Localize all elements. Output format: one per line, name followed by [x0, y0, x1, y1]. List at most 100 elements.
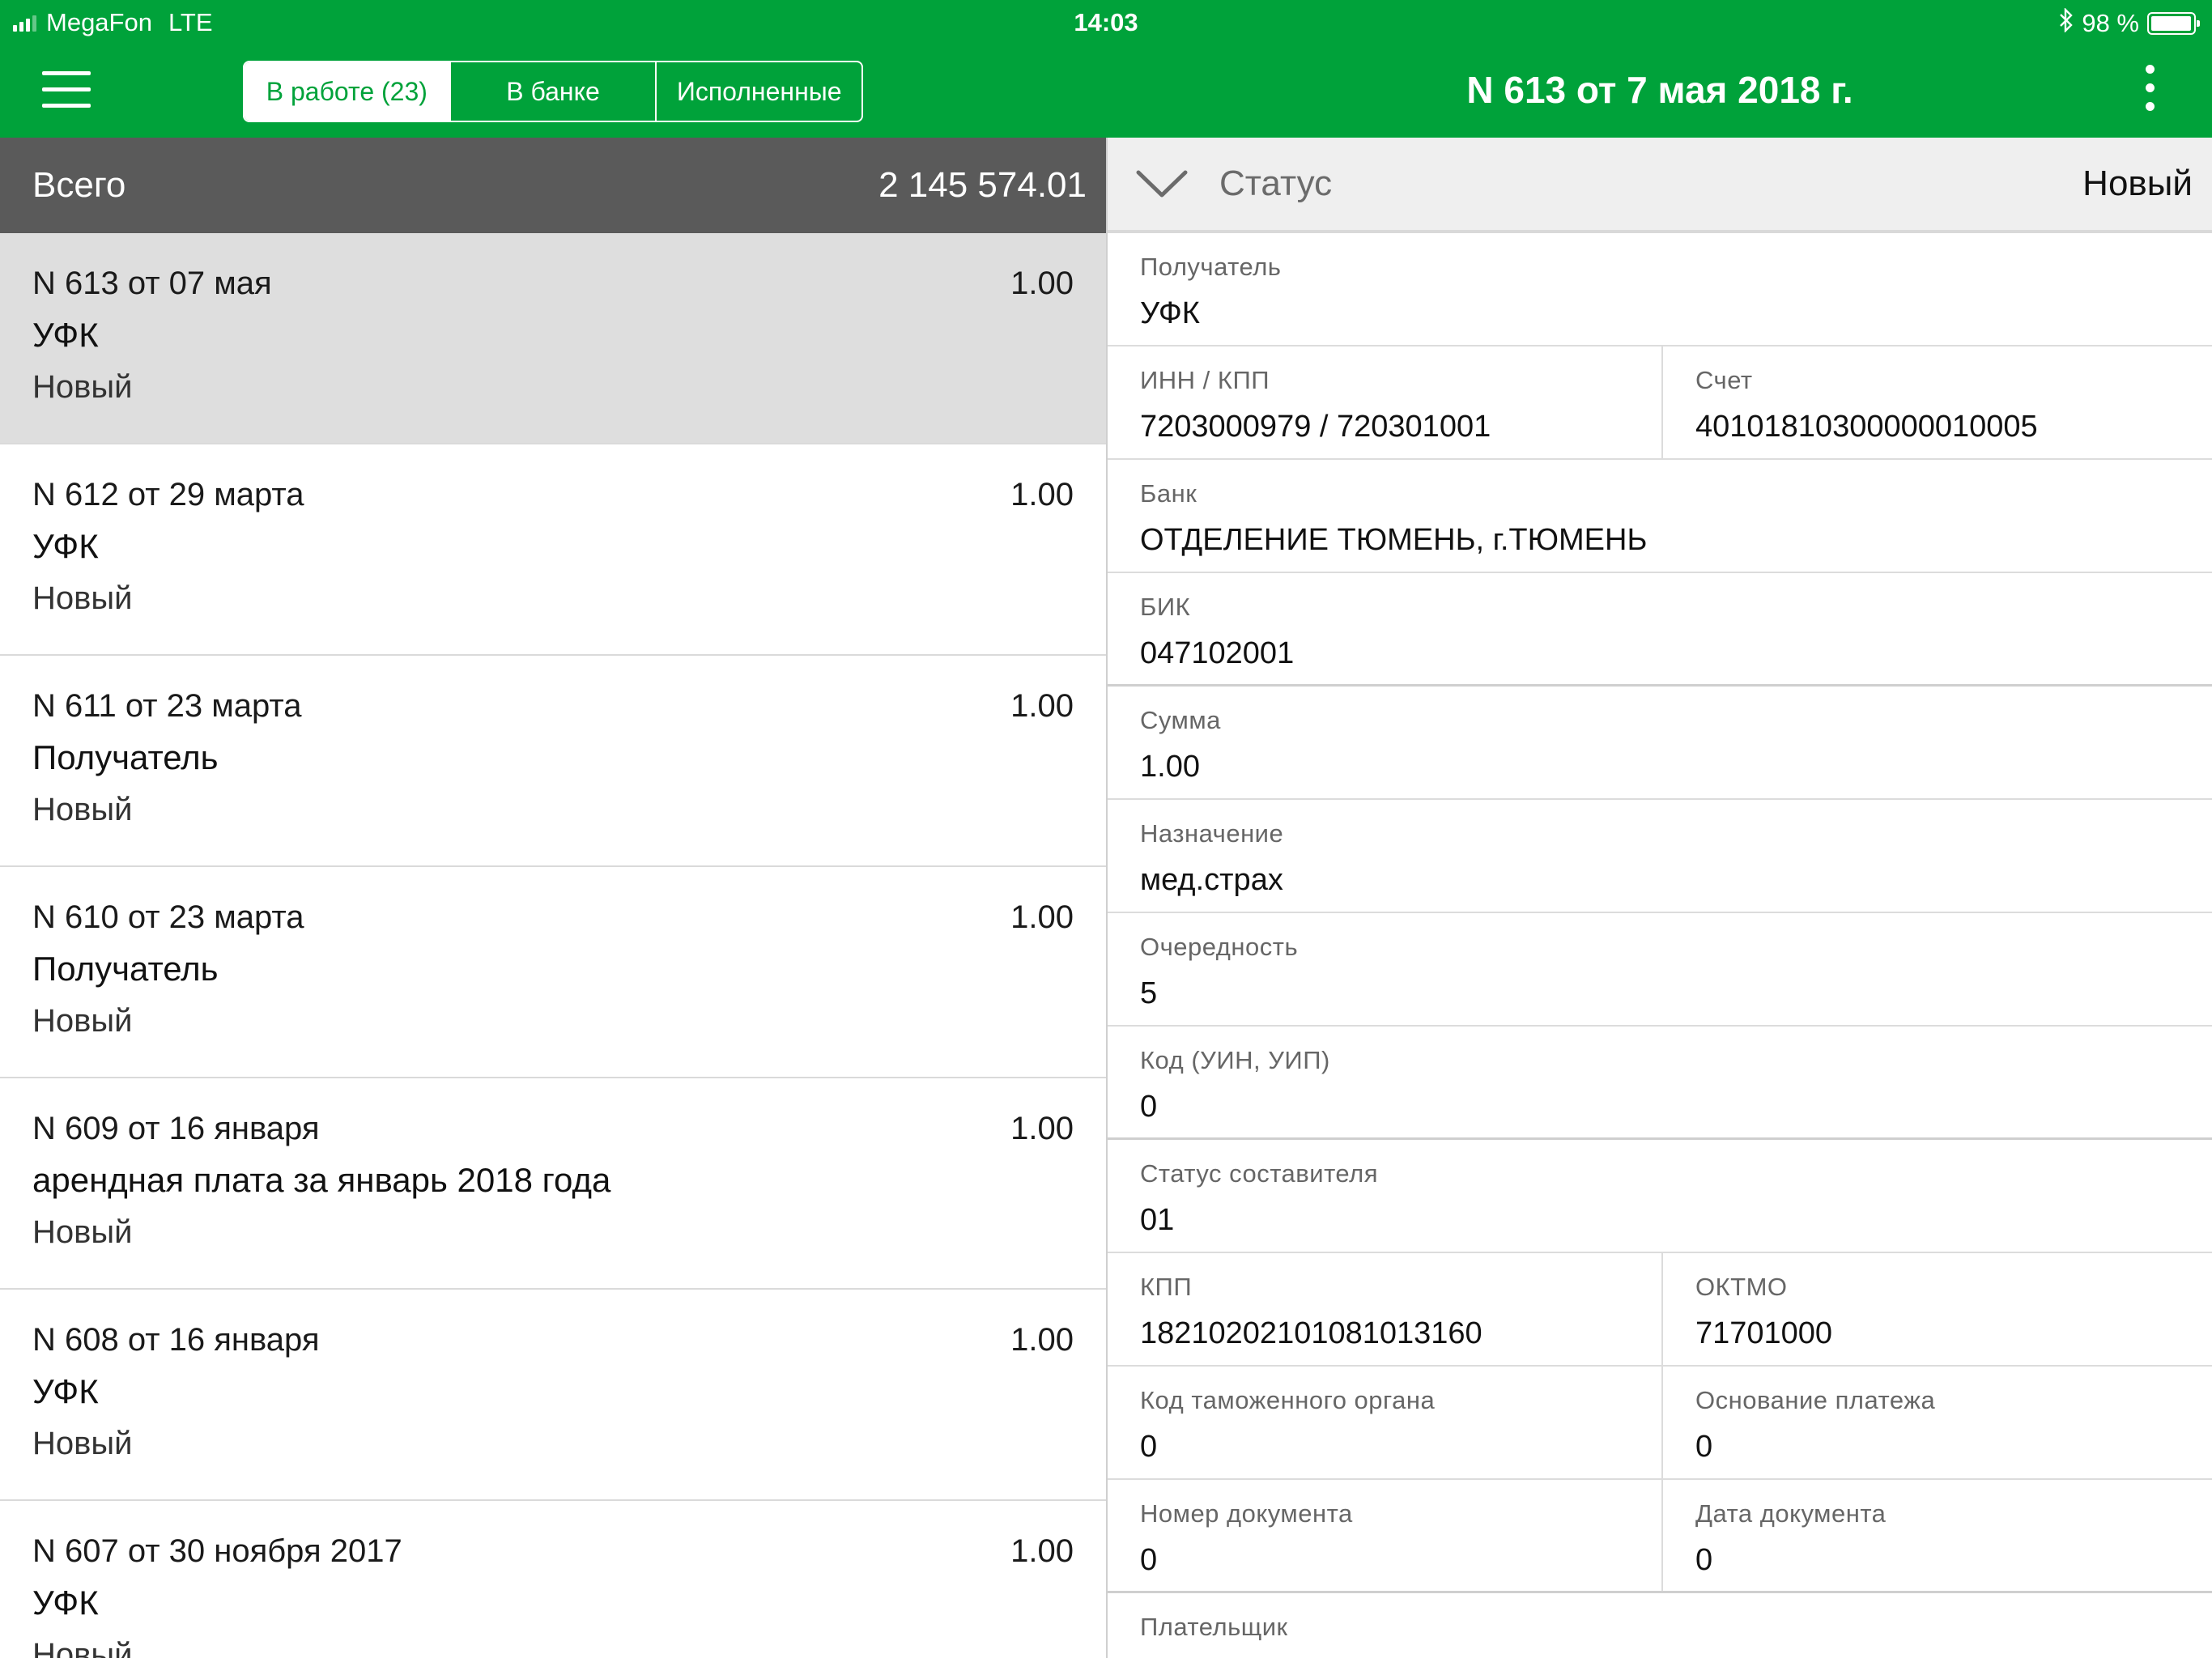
field-value: 18210202101081013160: [1140, 1316, 1482, 1350]
status-bar: MegaFon LTE 14:03 98 %: [0, 0, 2212, 45]
field-value: 7203000979 / 720301001: [1140, 410, 1491, 444]
field-value: 40101810300000010005: [1695, 410, 2038, 444]
document-details-pane: Статус Новый Получатель УФК ИНН / КПП 72…: [1108, 138, 2212, 1658]
list-item-status: Новый: [32, 792, 133, 827]
list-item[interactable]: N 607 от 30 ноября 2017 1.00 УФК Новый: [0, 1501, 1106, 1658]
list-item-status: Новый: [32, 1426, 133, 1461]
field-oktmo: ОКТМО 71701000: [1661, 1253, 2212, 1365]
list-item-recipient: УФК: [32, 527, 99, 565]
list-item[interactable]: N 610 от 23 марта 1.00 Получатель Новый: [0, 867, 1106, 1078]
chevron-down-icon: [1136, 170, 1188, 198]
field-row-inn-account: ИНН / КПП 7203000979 / 720301001 Счет 40…: [1108, 346, 2212, 460]
list-item-status: Новый: [32, 580, 133, 616]
list-item-status: Новый: [32, 1003, 133, 1039]
field-value: УФК: [1140, 296, 1200, 330]
field-purpose: Назначение мед.страх: [1108, 800, 2212, 913]
list-item-recipient: арендная плата за январь 2018 года: [32, 1161, 611, 1199]
list-item-title: N 611 от 23 марта: [32, 688, 302, 724]
list-item[interactable]: N 611 от 23 марта 1.00 Получатель Новый: [0, 656, 1106, 867]
total-value: 2 145 574.01: [878, 165, 1087, 205]
field-bank: Банк ОТДЕЛЕНИЕ ТЮМЕНЬ, г.ТЮМЕНЬ: [1108, 460, 2212, 573]
list-item-amount: 1.00: [1010, 688, 1074, 724]
hamburger-menu-icon[interactable]: [42, 71, 91, 108]
field-value: 0: [1140, 1430, 1158, 1464]
field-composer-status: Статус составителя 01: [1108, 1140, 2212, 1253]
status-bar-right: 98 %: [2059, 7, 2200, 39]
list-item-recipient: УФК: [32, 316, 99, 354]
list-item-recipient: УФК: [32, 1372, 99, 1410]
status-section-toggle[interactable]: Статус Новый: [1108, 138, 2212, 233]
field-value: 0: [1140, 1090, 1158, 1124]
total-bar: Всего 2 145 574.01: [0, 138, 1106, 233]
field-label: ИНН / КПП: [1140, 366, 1270, 394]
field-value: 0: [1140, 1543, 1158, 1577]
field-label: Код (УИН, УИП): [1140, 1046, 1330, 1074]
list-item[interactable]: N 608 от 16 января 1.00 УФК Новый: [0, 1290, 1106, 1501]
field-label: Код таможенного органа: [1140, 1386, 1436, 1414]
field-label: ОКТМО: [1695, 1273, 1788, 1301]
more-options-icon[interactable]: [2141, 65, 2159, 117]
document-title: N 613 от 7 мая 2018 г.: [1466, 69, 1853, 111]
status-value: Новый: [2082, 164, 2193, 203]
list-item-recipient: Получатель: [32, 950, 219, 988]
list-item[interactable]: N 612 от 29 марта 1.00 УФК Новый: [0, 444, 1106, 656]
field-doc-number: Номер документа 0: [1108, 1480, 1661, 1591]
list-item-title: N 607 от 30 ноября 2017: [32, 1533, 402, 1569]
field-row-customs-basis: Код таможенного органа 0 Основание плате…: [1108, 1367, 2212, 1480]
list-item-title: N 608 от 16 января: [32, 1322, 320, 1358]
field-account: Счет 40101810300000010005: [1661, 346, 2212, 458]
list-item-amount: 1.00: [1010, 477, 1074, 512]
field-row-doc-number-date: Номер документа 0 Дата документа 0: [1108, 1480, 2212, 1593]
field-label: Статус составителя: [1140, 1159, 1379, 1188]
field-recipient: Получатель УФК: [1108, 233, 2212, 346]
list-item-amount: 1.00: [1010, 1111, 1074, 1146]
field-value: 01: [1140, 1203, 1175, 1237]
battery-percent: 98 %: [2082, 9, 2139, 37]
field-label: Основание платежа: [1695, 1386, 1936, 1414]
top-bar: MegaFon LTE 14:03 98 % В работе (23) В б…: [0, 0, 2212, 138]
field-label: Дата документа: [1695, 1499, 1887, 1528]
tab-executed[interactable]: Исполненные: [655, 62, 861, 121]
field-label: Плательщик: [1140, 1613, 1288, 1641]
tab-in-progress[interactable]: В работе (23): [245, 62, 449, 121]
app-root: MegaFon LTE 14:03 98 % В работе (23) В б…: [0, 0, 2212, 1658]
field-inn-kpp: ИНН / КПП 7203000979 / 720301001: [1108, 346, 1661, 458]
field-label: Очередность: [1140, 933, 1299, 961]
list-item-status: Новый: [32, 369, 133, 405]
field-sum: Сумма 1.00: [1108, 687, 2212, 800]
field-doc-date: Дата документа 0: [1661, 1480, 2212, 1591]
field-value: 71701000: [1695, 1316, 1833, 1350]
field-customs-code: Код таможенного органа 0: [1108, 1367, 1661, 1478]
field-label: БИК: [1140, 593, 1191, 621]
field-payment-basis: Основание платежа 0: [1661, 1367, 2212, 1478]
list-item-status: Новый: [32, 1637, 133, 1658]
field-label: Получатель: [1140, 253, 1282, 281]
field-kpp: КПП 18210202101081013160: [1108, 1253, 1661, 1365]
clock: 14:03: [1074, 8, 1138, 36]
field-value: 047102001: [1140, 636, 1295, 670]
field-code: Код (УИН, УИП) 0: [1108, 1027, 2212, 1140]
list-item-recipient: УФК: [32, 1584, 99, 1622]
list-item-title: N 610 от 23 марта: [32, 899, 304, 935]
field-value: 5: [1140, 976, 1158, 1010]
field-value: мед.страх: [1140, 863, 1283, 897]
field-label: КПП: [1140, 1273, 1193, 1301]
list-item-amount: 1.00: [1010, 1533, 1074, 1569]
status-label: Статус: [1219, 164, 1333, 203]
field-priority: Очередность 5: [1108, 913, 2212, 1027]
list-item-status: Новый: [32, 1214, 133, 1250]
tab-in-bank[interactable]: В банке: [449, 62, 656, 121]
list-item[interactable]: N 609 от 16 января 1.00 арендная плата з…: [0, 1078, 1106, 1290]
field-value: 1.00: [1140, 750, 1200, 784]
list-item[interactable]: N 613 от 07 мая 1.00 УФК Новый: [0, 233, 1106, 444]
list-item-title: N 613 от 07 мая: [32, 266, 272, 301]
battery-fill: [2151, 16, 2191, 31]
list-item-title: N 609 от 16 января: [32, 1111, 320, 1146]
field-label: Номер документа: [1140, 1499, 1353, 1528]
list-item-title: N 612 от 29 марта: [32, 477, 304, 512]
field-label: Счет: [1695, 366, 1753, 394]
field-bik: БИК 047102001: [1108, 573, 2212, 687]
field-label: Банк: [1140, 479, 1197, 508]
total-label: Всего: [32, 165, 126, 205]
tab-segmented-control: В работе (23) В банке Исполненные: [243, 61, 863, 122]
